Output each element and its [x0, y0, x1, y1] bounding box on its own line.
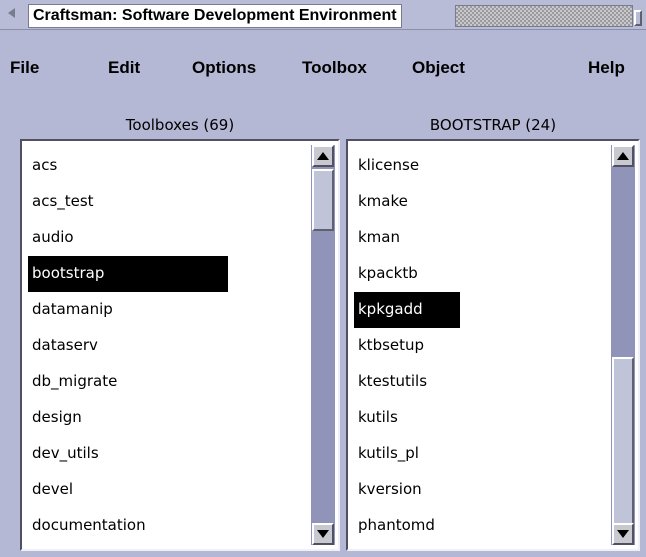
list-item[interactable]: documentation: [28, 508, 308, 544]
toolboxes-scroll-up-button[interactable]: [312, 145, 334, 167]
toolboxes-scroll-down-button[interactable]: [312, 523, 334, 545]
arrow-up-icon: [317, 152, 329, 160]
window-menu-icon[interactable]: [8, 8, 15, 18]
toolboxes-header: Toolboxes (69): [125, 116, 235, 134]
list-item[interactable]: kpkgadd: [354, 292, 460, 328]
objects-scroll-thumb[interactable]: [612, 357, 634, 527]
list-item[interactable]: acs: [28, 148, 308, 184]
list-item[interactable]: dev_utils: [28, 436, 308, 472]
list-item[interactable]: phantomd: [354, 508, 608, 544]
objects-list[interactable]: klicense kmake kman kpacktb kpkgadd ktbsetup k…: [346, 139, 640, 551]
menu-toolbox[interactable]: Toolbox: [302, 58, 367, 78]
list-item[interactable]: acs_test: [28, 184, 308, 220]
menu-help[interactable]: Help: [588, 58, 625, 78]
menu-bar: File Edit Options Toolbox Object Help: [0, 30, 646, 110]
list-item[interactable]: dataserv: [28, 328, 308, 364]
menu-object[interactable]: Object: [412, 58, 465, 78]
toolboxes-scroll-thumb[interactable]: [312, 169, 334, 231]
title-bar: Craftsman: Software Development Environm…: [0, 0, 646, 30]
list-item[interactable]: kman: [354, 220, 608, 256]
list-item[interactable]: devel: [28, 472, 308, 508]
menu-edit[interactable]: Edit: [108, 58, 140, 78]
menu-options[interactable]: Options: [192, 58, 256, 78]
toolboxes-scrollbar[interactable]: [311, 145, 335, 545]
list-item[interactable]: db_migrate: [28, 364, 308, 400]
toolboxes-list-items: acs acs_test audio bootstrap datamanip datase…: [28, 148, 308, 544]
list-item[interactable]: kmake: [354, 184, 608, 220]
list-item[interactable]: audio: [28, 220, 308, 256]
list-item[interactable]: ktbsetup: [354, 328, 608, 364]
objects-scroll-up-button[interactable]: [612, 145, 634, 167]
objects-scrollbar[interactable]: [611, 145, 635, 545]
title-bar-stipple: [455, 5, 633, 27]
list-item[interactable]: design: [28, 400, 308, 436]
list-item[interactable]: kversion: [354, 472, 608, 508]
objects-header: BOOTSTRAP (24): [429, 116, 557, 134]
list-item[interactable]: kpacktb: [354, 256, 608, 292]
menu-file[interactable]: File: [10, 58, 39, 78]
list-item[interactable]: kutils_pl: [354, 436, 608, 472]
window-resize-icon[interactable]: [634, 10, 642, 26]
objects-scroll-down-button[interactable]: [612, 523, 634, 545]
list-item[interactable]: klicense: [354, 148, 608, 184]
list-item[interactable]: datamanip: [28, 292, 308, 328]
toolboxes-list[interactable]: acs acs_test audio bootstrap datamanip datase…: [20, 139, 340, 551]
list-item[interactable]: kutils: [354, 400, 608, 436]
window-title: Craftsman: Software Development Environm…: [28, 4, 402, 28]
arrow-down-icon: [617, 530, 629, 538]
arrow-up-icon: [617, 152, 629, 160]
objects-list-items: klicense kmake kman kpacktb kpkgadd ktbsetup k…: [354, 148, 608, 544]
list-item[interactable]: bootstrap: [28, 256, 228, 292]
arrow-down-icon: [317, 530, 329, 538]
list-item[interactable]: ktestutils: [354, 364, 608, 400]
